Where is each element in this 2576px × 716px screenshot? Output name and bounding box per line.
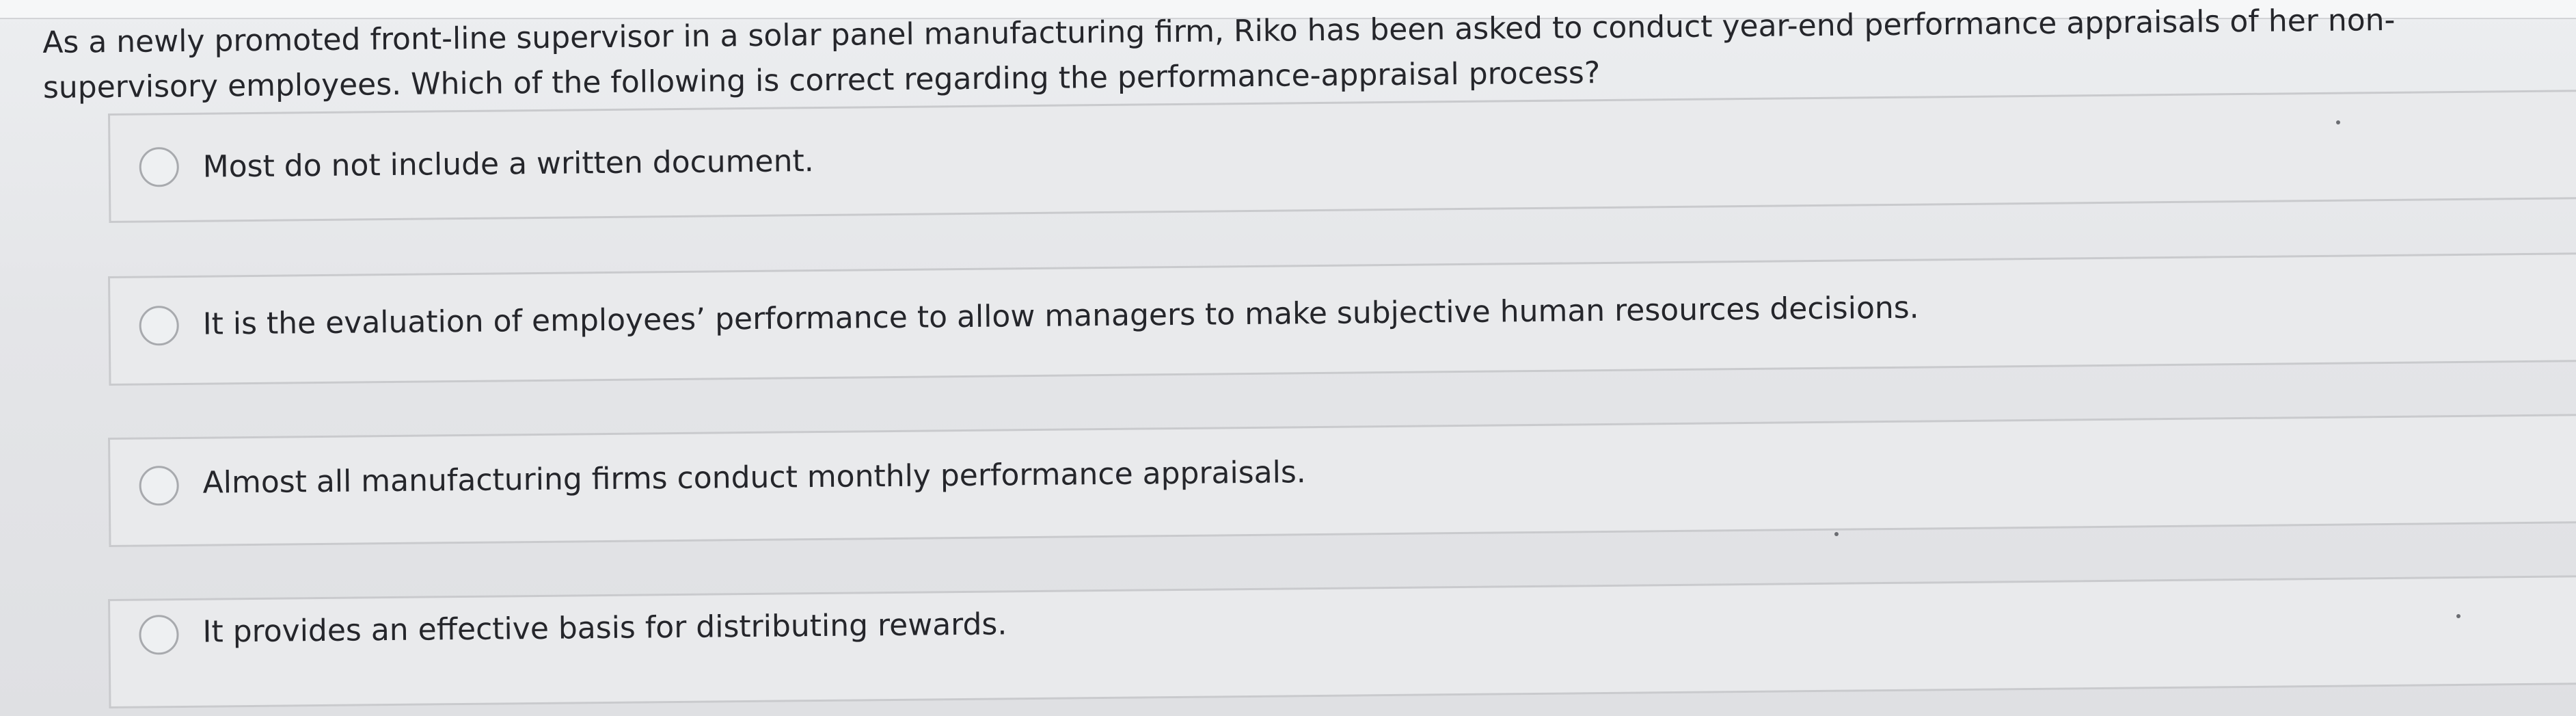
answer-option-label: Most do not include a written document. [202,144,814,185]
answer-option-label: It provides an effective basis for distr… [202,607,1007,650]
answer-option-label: It is the evaluation of employees’ perfo… [202,290,1919,342]
answer-option-label: Almost all manufacturing firms conduct m… [202,455,1306,501]
screen-speck [2336,120,2340,124]
screen-speck [1834,532,1839,536]
radio-button-icon[interactable] [139,466,179,506]
radio-button-icon[interactable] [139,147,180,187]
screen-speck [2456,614,2460,618]
radio-button-icon[interactable] [139,306,179,346]
radio-button-icon[interactable] [139,615,179,655]
